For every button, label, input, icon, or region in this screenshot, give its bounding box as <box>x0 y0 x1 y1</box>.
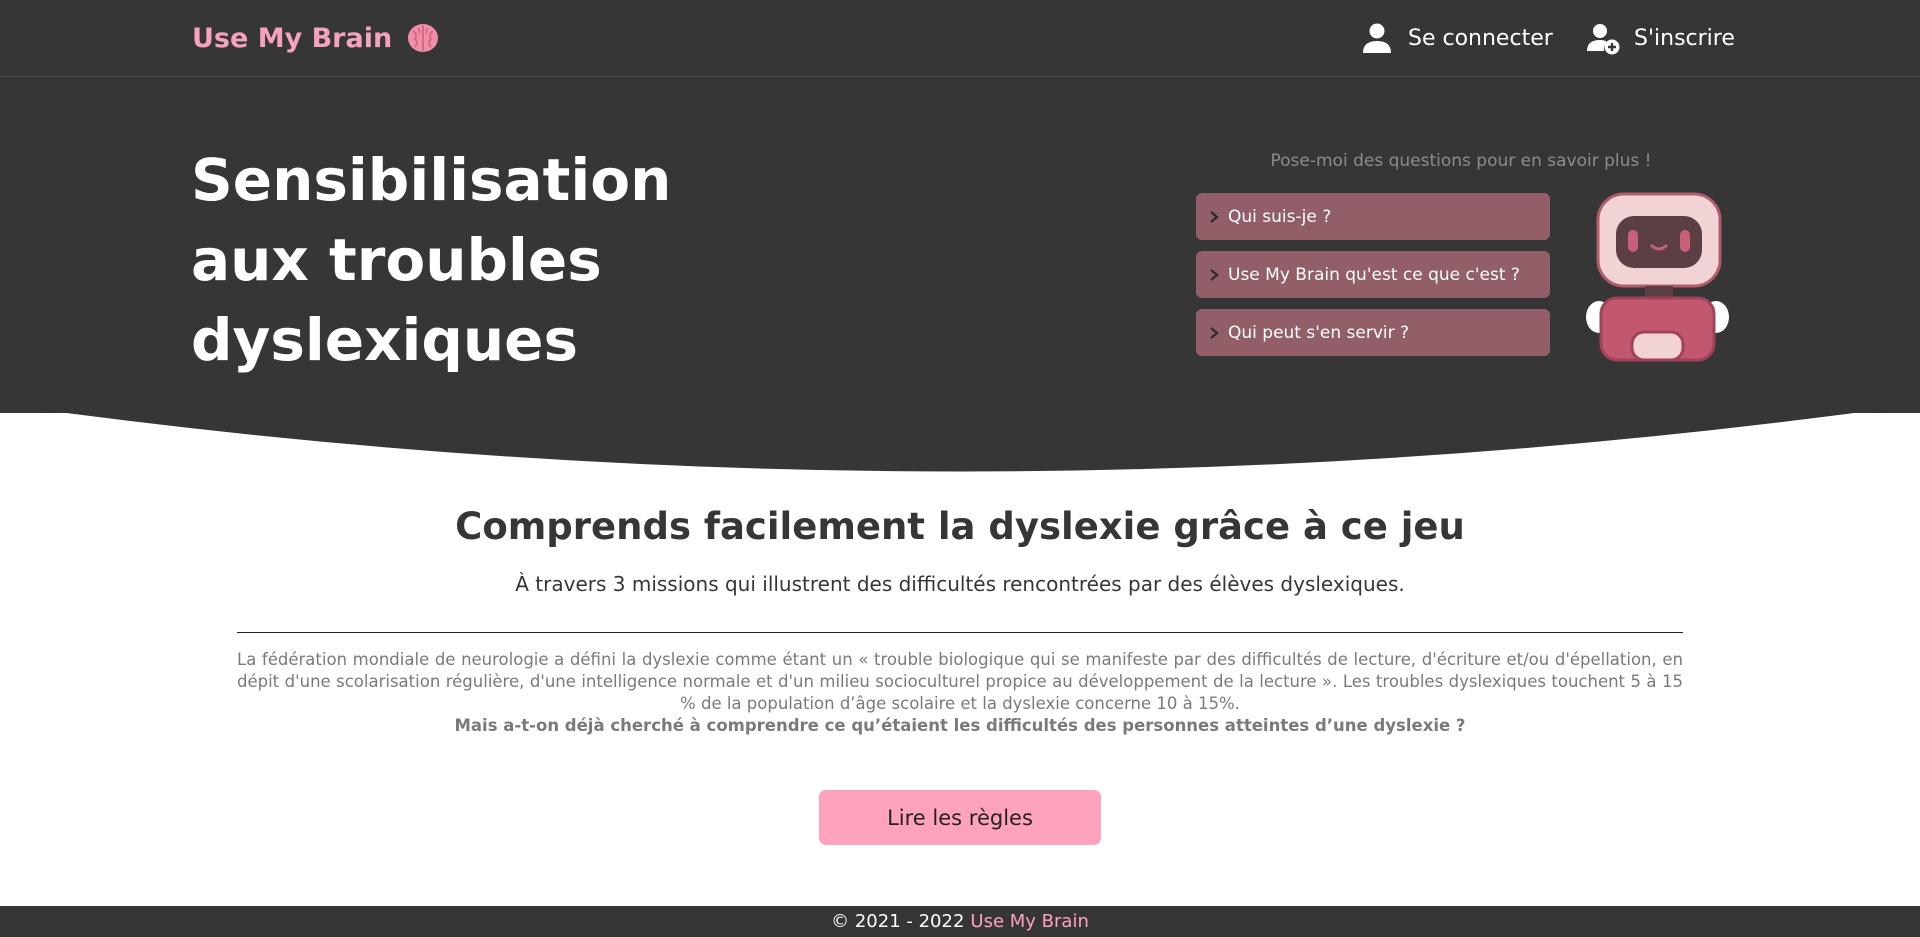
footer-copyright: © 2021 - 2022 <box>831 911 965 932</box>
hero-title-line-1: Sensibilisation <box>191 146 672 214</box>
user-add-icon <box>1587 24 1620 55</box>
login-link[interactable]: Se connecter <box>1360 18 1553 58</box>
user-icon <box>1363 23 1391 53</box>
faq-label: Qui peut s'en servir ? <box>1228 322 1410 343</box>
footer-brand-link[interactable]: Use My Brain <box>970 911 1088 932</box>
chevron-right-icon <box>1210 210 1219 223</box>
dyslexia-question: Mais a-t-on déjà cherché à comprendre ce… <box>454 716 1466 735</box>
brand-logo-link[interactable]: Use My Brain <box>192 18 440 58</box>
brain-icon <box>408 24 439 52</box>
faq-button-what-is-it[interactable]: Use My Brain qu'est ce que c'est ? <box>1196 251 1550 298</box>
footer: © 2021 - 2022 Use My Brain <box>0 906 1920 937</box>
hero-curve-divider <box>0 404 1920 472</box>
chevron-right-icon <box>1210 326 1219 339</box>
robot-mascot-icon <box>1586 192 1729 362</box>
faq-button-who-am-i[interactable]: Qui suis-je ? <box>1196 193 1550 240</box>
brand-name: Use My Brain <box>192 22 393 54</box>
chatbot-prompt: Pose-moi des questions pour en savoir pl… <box>1270 151 1652 171</box>
faq-label: Use My Brain qu'est ce que c'est ? <box>1228 264 1520 285</box>
signup-link[interactable]: S'inscrire <box>1586 18 1735 58</box>
dyslexia-definition-paragraph: La fédération mondiale de neurologie a d… <box>237 650 1683 713</box>
faq-button-who-can-use[interactable]: Qui peut s'en servir ? <box>1196 309 1550 356</box>
faq-label: Qui suis-je ? <box>1228 206 1332 227</box>
login-label: Se connecter <box>1408 25 1553 51</box>
section-subtitle: À travers 3 missions qui illustrent des … <box>515 572 1405 596</box>
read-rules-button[interactable]: Lire les règles <box>819 790 1101 845</box>
chevron-right-icon <box>1210 268 1219 281</box>
hero-title-line-3: dyslexiques <box>191 306 579 374</box>
hero-title: Sensibilisation aux troubles dyslexiques <box>191 140 711 380</box>
section-title: Comprends facilement la dyslexie grâce à… <box>455 505 1465 548</box>
signup-label: S'inscrire <box>1634 25 1735 51</box>
section-divider <box>237 632 1683 633</box>
top-navbar: Use My Brain Se connecter S'inscrire <box>0 0 1920 77</box>
hero-title-line-2: aux troubles <box>191 226 602 294</box>
